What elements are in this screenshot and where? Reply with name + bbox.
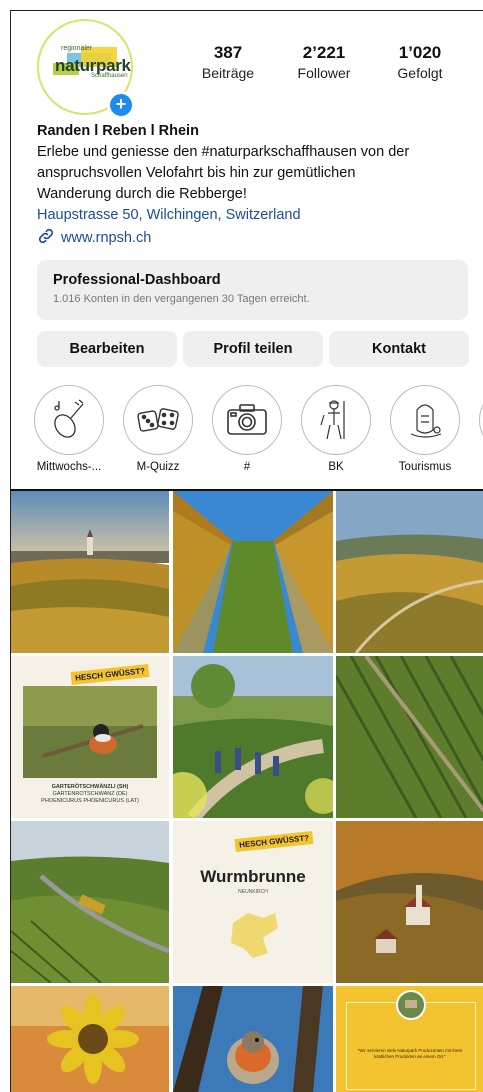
profile-stats: 387 Beiträge 2’221 Follower 1’020 Gefolg… (183, 43, 483, 93)
edit-profile-button[interactable]: Bearbeiten (37, 331, 177, 367)
bio-line: anspruchsvollen Velofahrt bis hin zur ge… (37, 165, 356, 181)
quote-avatar (396, 990, 426, 1020)
post-hikers[interactable] (173, 656, 333, 818)
post-quote-yellow[interactable]: "Wir servieren viele Naturpark Produzent… (336, 986, 483, 1092)
stat-following[interactable]: 1’020 Gefolgt (375, 43, 465, 81)
link-icon (37, 227, 55, 249)
wanderer-icon (301, 385, 371, 455)
professional-dashboard[interactable]: Professional-Dashboard 1.016 Konten in d… (37, 260, 468, 320)
post-vineyard-rows[interactable] (173, 491, 333, 653)
instagram-profile: regionaler naturpark Schaffhausen + 387 … (10, 10, 483, 1092)
post-village-autumn[interactable] (336, 821, 483, 983)
share-profile-button[interactable]: Profil teilen (183, 331, 323, 367)
wurmbrunne-title: Wurmbrunne (200, 867, 306, 886)
contact-button[interactable]: Kontakt (329, 331, 469, 367)
profile-name: Randen l Reben l Rhein (37, 123, 199, 139)
post-wurmbrunne[interactable]: HESCH GWÜSST? Wurmbrunne NEUNKIRCH (173, 821, 333, 983)
highlight-icon (479, 385, 483, 455)
post-aerial-vineyard[interactable] (336, 656, 483, 818)
camera-icon (212, 385, 282, 455)
highlight-tourismus[interactable]: Tourismus (388, 385, 462, 473)
profile-header: regionaler naturpark Schaffhausen + 387 … (11, 11, 483, 489)
post-bird-fact[interactable]: HESCH GWÜSST? GARTERÖTSCHWÄNZLI (SH) GAR… (11, 656, 169, 818)
highlight-hash[interactable]: # (210, 385, 284, 473)
post-grid: HESCH GWÜSST? GARTERÖTSCHWÄNZLI (SH) GAR… (11, 491, 483, 1092)
backpack-icon (390, 385, 460, 455)
highlight-mittwochs[interactable]: Mittwochs-... (32, 385, 106, 473)
profile-bio: Randen l Reben l Rhein Erlebe und genies… (37, 121, 477, 226)
dice-icon (123, 385, 193, 455)
post-vineyard-hills[interactable] (336, 491, 483, 653)
stat-followers[interactable]: 2’221 Follower (279, 43, 369, 81)
dashboard-subtitle: 1.016 Konten in den vergangenen 30 Tagen… (53, 293, 310, 305)
profile-link[interactable]: www.rnpsh.ch (37, 227, 151, 249)
profile-address[interactable]: Haupstrasse 50, Wilchingen, Switzerland (37, 205, 477, 226)
naturpark-logo: regionaler naturpark Schaffhausen (53, 45, 131, 79)
post-robin[interactable] (173, 986, 333, 1092)
link-text: www.rnpsh.ch (61, 230, 152, 246)
add-story-plus-icon[interactable]: + (107, 91, 135, 119)
bio-line: Wanderung durch die Rebberge! (37, 186, 247, 202)
stat-posts[interactable]: 387 Beiträge (183, 43, 273, 81)
highlight-partial[interactable]: C (477, 385, 483, 473)
post-train-vineyard[interactable] (11, 821, 169, 983)
highlight-mquizz[interactable]: M-Quizz (121, 385, 195, 473)
post-vineyard-village[interactable] (11, 491, 169, 653)
post-sunflower[interactable] (11, 986, 169, 1092)
music-note-icon (34, 385, 104, 455)
story-highlights: Mittwochs-... M-Quizz # BK Tourismus (11, 385, 483, 479)
dashboard-title: Professional-Dashboard (53, 272, 221, 288)
profile-avatar[interactable]: regionaler naturpark Schaffhausen + (37, 19, 135, 119)
bio-line: Erlebe und geniesse den #naturparkschaff… (37, 144, 410, 160)
highlight-bk[interactable]: BK (299, 385, 373, 473)
